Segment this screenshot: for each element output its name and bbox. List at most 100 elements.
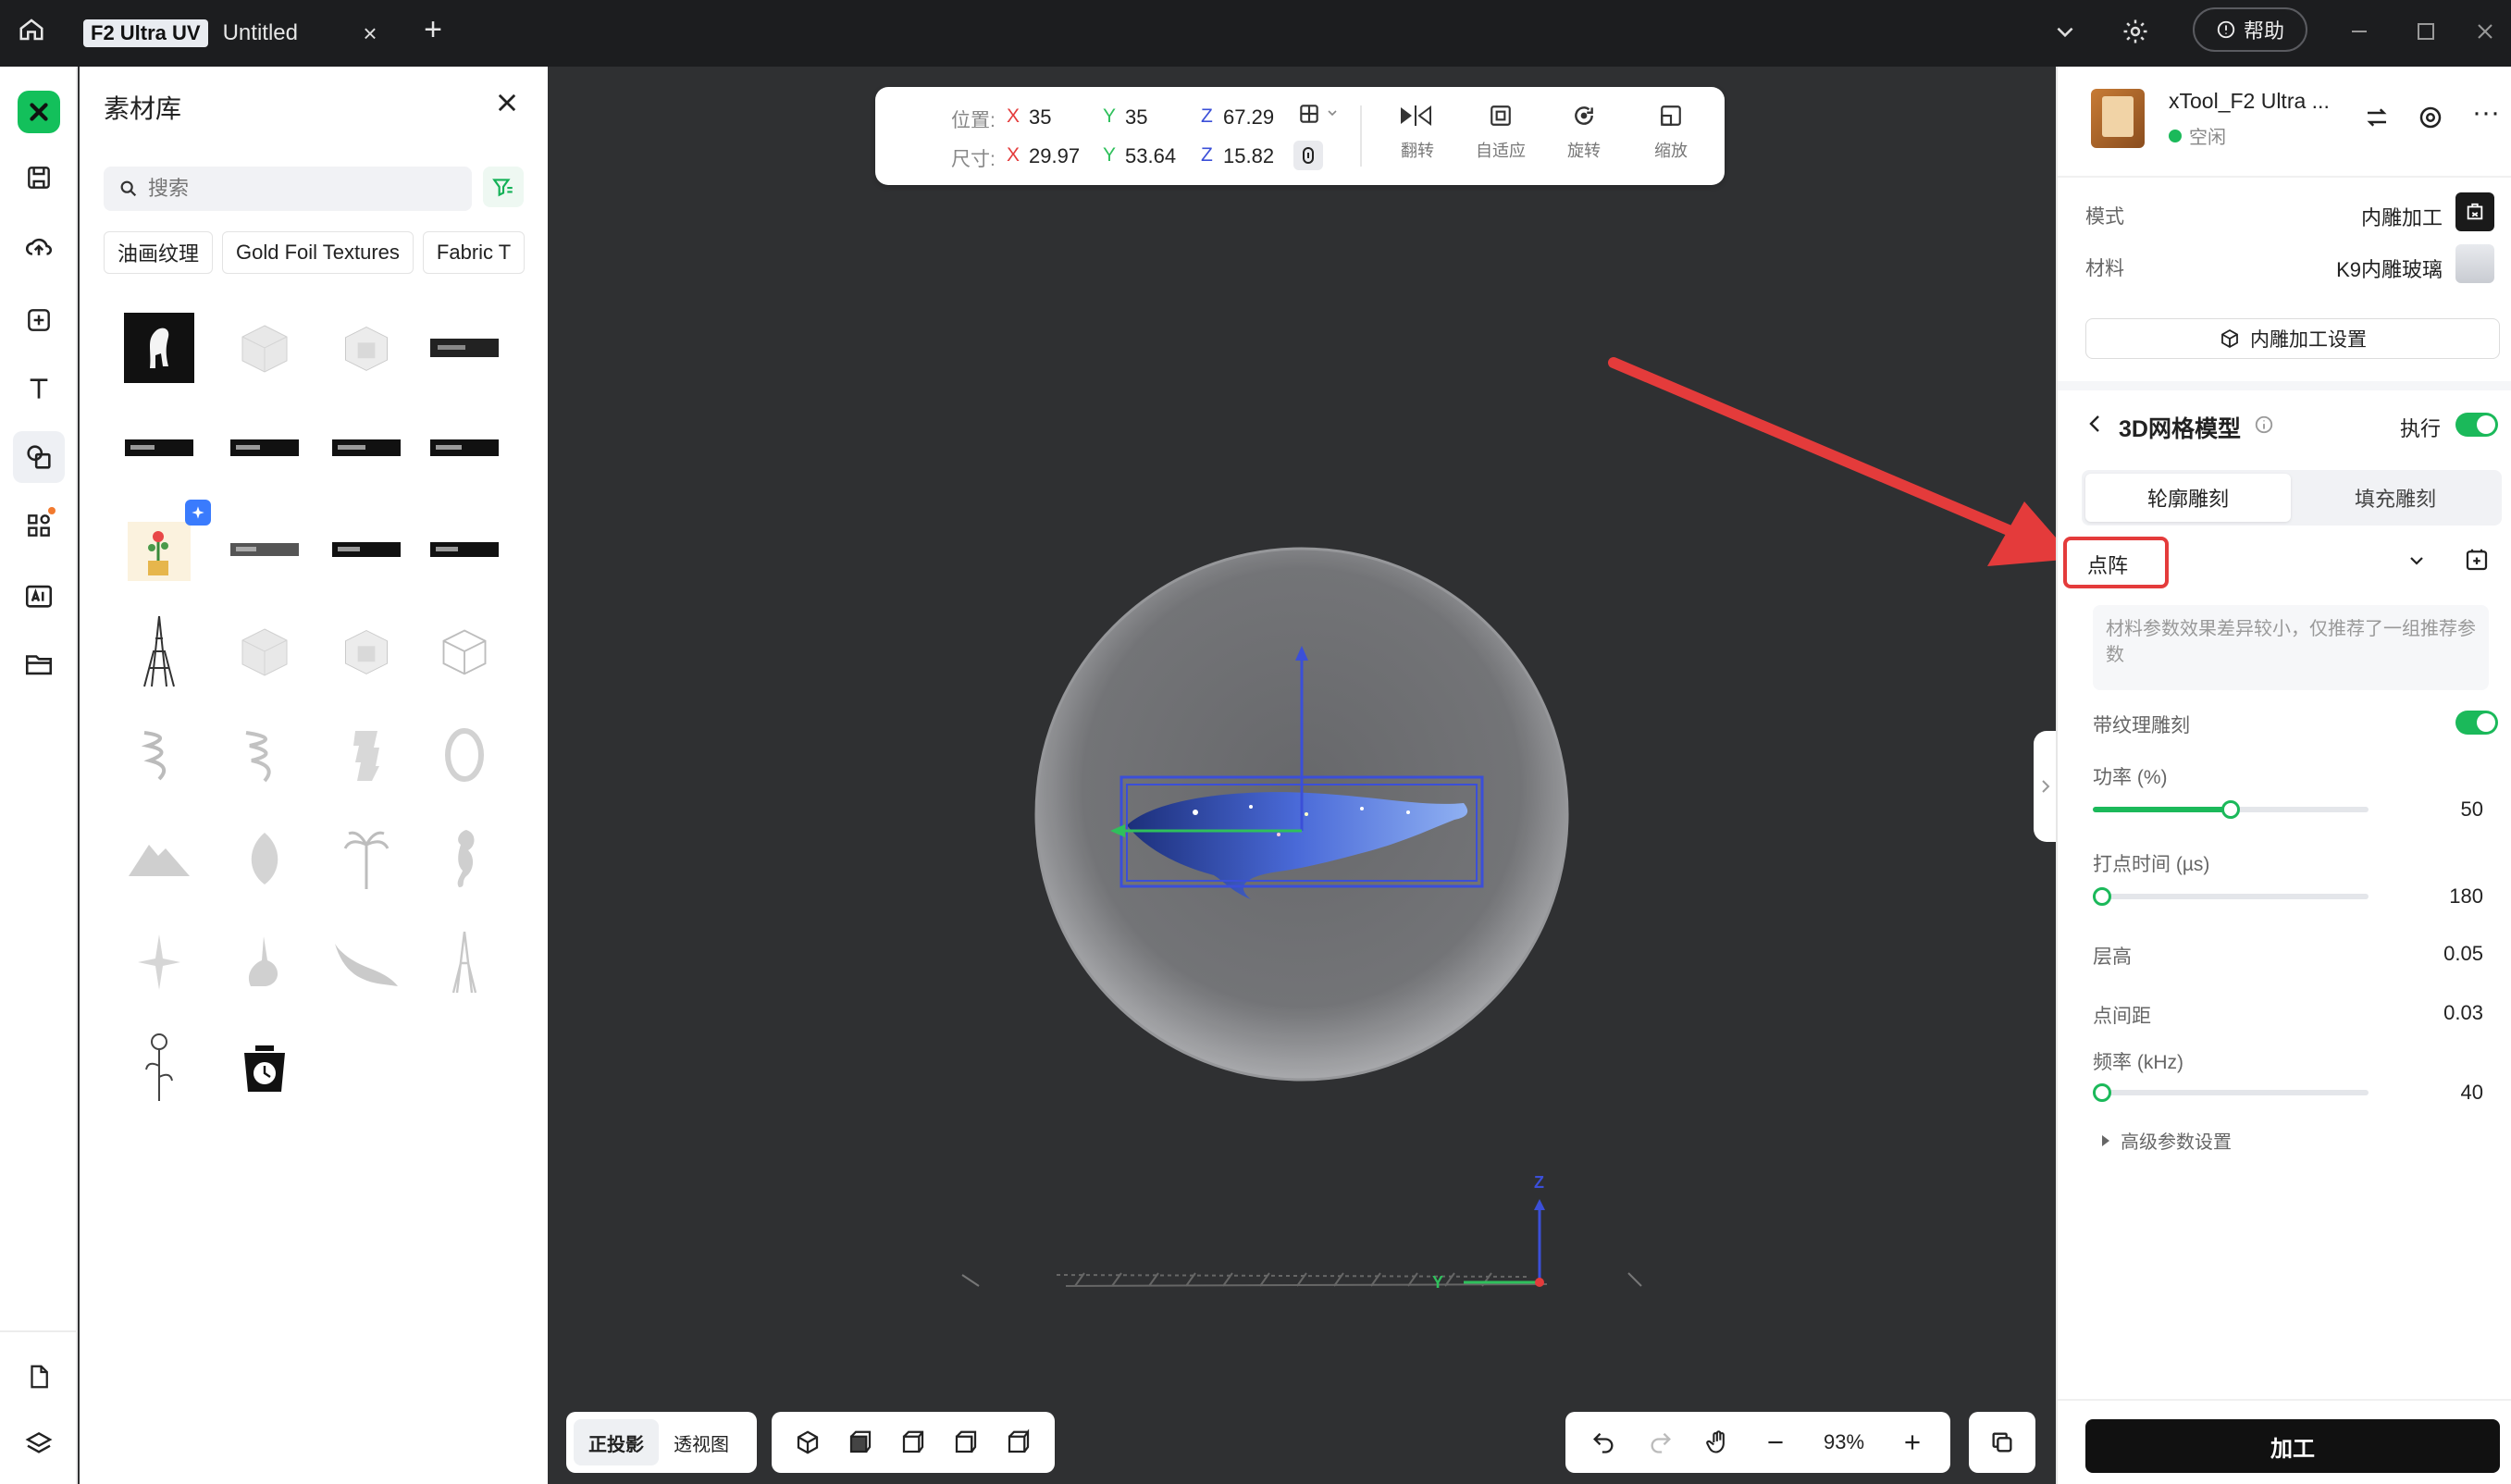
thumbnail-text-plate[interactable] [427,311,501,385]
zoom-in-icon[interactable] [1894,1419,1931,1465]
chip-fabric[interactable]: Fabric T [422,231,526,274]
new-tab-button[interactable]: + [414,11,451,48]
process-button[interactable]: 加工 [2085,1419,2500,1473]
chevron-down-icon[interactable] [1325,105,1340,120]
maximize-icon[interactable] [2406,11,2446,52]
switch-device-icon[interactable] [2363,104,2396,137]
more-icon[interactable]: ··· [2472,99,2505,137]
thumbnail-text-plate[interactable] [427,411,501,485]
chevron-down-icon[interactable] [2045,11,2085,52]
thumbnail-whale[interactable] [329,925,403,999]
home-icon[interactable] [13,11,50,48]
thumbnail-leaf[interactable] [228,822,302,896]
thumbnail-twisted-block[interactable] [329,718,403,792]
thumbnail-flower-pot[interactable] [122,500,211,587]
thumbnail-cube-hollow[interactable] [329,614,403,688]
align-grid-icon[interactable] [1297,102,1321,126]
target-icon[interactable] [2417,104,2450,137]
lock-ratio-icon[interactable] [1293,141,1323,170]
thumbnail-cube[interactable] [228,311,302,385]
frequency-slider-knob[interactable] [2093,1083,2111,1102]
power-slider-knob[interactable] [2221,800,2240,819]
info-icon[interactable] [2254,414,2276,437]
thumbnail-wire-cube[interactable] [427,614,501,688]
layers-icon[interactable] [13,1417,65,1469]
close-window-icon[interactable] [2465,11,2505,52]
thumbnail-text-plate[interactable] [329,411,403,485]
thumbnail-kettlebell-scale[interactable] [228,1029,302,1103]
add-shape-icon[interactable] [13,294,65,346]
save-icon[interactable] [13,152,65,204]
thumbnail-text-plate[interactable] [228,513,302,587]
layer-height-value[interactable]: 0.05 [2443,942,2483,966]
dot-spacing-value[interactable]: 0.03 [2443,1001,2483,1025]
back-chevron-icon[interactable] [2085,411,2108,439]
text-tool-icon[interactable] [13,363,65,414]
size-x-input[interactable]: 29.97 [1029,144,1080,168]
thumbnail-text-plate[interactable] [122,411,196,485]
document-tab[interactable]: F2 Ultra UV Untitled × [83,7,385,59]
save-preset-icon[interactable] [2463,546,2492,575]
thumbnail-eiffel-small[interactable] [427,925,501,999]
ortho-button[interactable]: 正投影 [574,1419,659,1465]
iso-view-icon[interactable] [787,1419,828,1465]
advanced-settings-toggle[interactable]: 高级参数设置 [2100,1127,2232,1154]
thumbnail-compass-star[interactable] [122,925,196,999]
panel-collapse-handle[interactable] [2034,731,2058,842]
preset-select[interactable]: 点阵 [2087,550,2128,579]
frequency-slider[interactable] [2093,1083,2369,1102]
redo-icon[interactable] [1642,1419,1679,1465]
duplicate-icon[interactable] [1982,1419,2022,1465]
zoom-out-icon[interactable] [1757,1419,1794,1465]
top-view-icon[interactable] [893,1419,934,1465]
document-icon[interactable] [13,1351,65,1403]
tab-close-icon[interactable]: × [355,19,385,48]
shapes-library-icon[interactable] [13,431,65,483]
tab-outline-engrave[interactable]: 轮廓雕刻 [2085,474,2291,522]
thumbnail-cube[interactable] [228,614,302,688]
thumbnail-eiffel-tower[interactable] [122,614,196,688]
search-box[interactable] [104,167,472,211]
position-z-input[interactable]: 67.29 [1223,105,1274,130]
execute-toggle[interactable] [2455,413,2498,437]
thumbnail-text-plate[interactable] [329,513,403,587]
rotate-button[interactable]: 旋转 [1556,104,1612,172]
chip-gold-foil[interactable]: Gold Foil Textures [222,231,414,274]
thumbnail-cube-hollow[interactable] [329,311,403,385]
material-value[interactable]: K9内雕玻璃 [2336,254,2443,283]
right-view-icon[interactable] [998,1419,1039,1465]
size-z-input[interactable]: 15.82 [1223,144,1274,168]
size-y-input[interactable]: 53.64 [1125,144,1176,168]
position-y-input[interactable]: 35 [1125,105,1147,130]
engrave-settings-button[interactable]: 内雕加工设置 [2085,318,2500,359]
thumbnail-ring[interactable] [427,718,501,792]
undo-icon[interactable] [1585,1419,1622,1465]
mode-value[interactable]: 内雕加工 [2361,202,2443,231]
ai-tool-icon[interactable] [13,570,65,622]
texture-toggle[interactable] [2455,711,2498,735]
flip-button[interactable]: 翻转 [1390,104,1445,172]
thumbnail-spiral-ribbon[interactable] [228,718,302,792]
thumbnail-horse[interactable] [122,311,196,385]
thumbnail-genie-lamp[interactable] [228,925,302,999]
thumbnail-rose[interactable] [122,1029,196,1103]
thumbnail-spiral[interactable] [122,718,196,792]
pan-hand-icon[interactable] [1700,1419,1737,1465]
device-name[interactable]: xTool_F2 Ultra ... [2169,89,2330,114]
filter-button[interactable] [483,167,524,207]
minimize-icon[interactable] [2339,11,2380,52]
folder-icon[interactable] [13,638,65,690]
thumbnail-text-plate[interactable] [228,411,302,485]
chevron-down-icon[interactable] [2406,550,2430,574]
help-button[interactable]: 帮助 [2193,7,2307,52]
dot-time-slider-knob[interactable] [2093,887,2111,906]
cloud-upload-icon[interactable] [13,220,65,272]
scale-button[interactable]: 缩放 [1643,104,1699,172]
close-icon[interactable] [490,89,524,122]
side-view-icon[interactable] [946,1419,986,1465]
gear-icon[interactable] [2115,11,2156,52]
tab-fill-engrave[interactable]: 填充雕刻 [2293,474,2498,522]
power-slider[interactable] [2093,800,2369,819]
thumbnail-seahorse[interactable] [427,822,501,896]
front-view-icon[interactable] [840,1419,881,1465]
